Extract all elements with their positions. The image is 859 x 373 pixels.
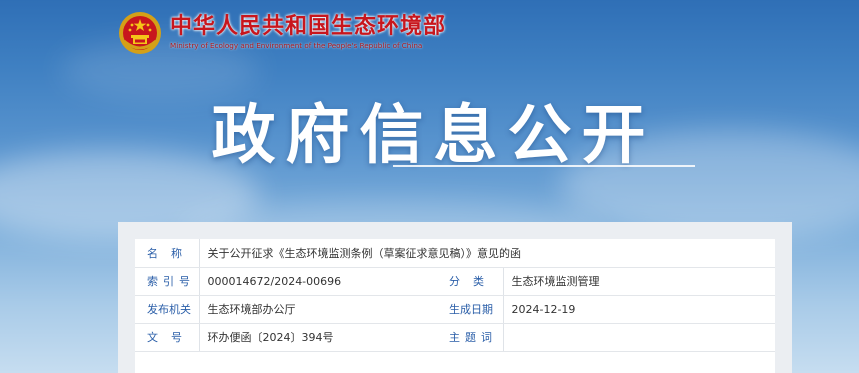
- site-name-en: Ministry of Ecology and Environment of t…: [170, 41, 423, 50]
- name-label: 名称: [135, 239, 199, 268]
- subject-value: [502, 323, 775, 352]
- document-info-table: 名称 关于公开征求《生态环境监测条例（草案征求意见稿）》意见的函 索引号 000…: [135, 239, 775, 352]
- issuer-label: 发布机关: [135, 295, 199, 324]
- site-name-cn: 中华人民共和国生态环境部: [170, 14, 447, 39]
- info-panel: 名称 关于公开征求《生态环境监测条例（草案征求意见稿）》意见的函 索引号 000…: [118, 222, 792, 373]
- document-info-card: 名称 关于公开征求《生态环境监测条例（草案征求意见稿）》意见的函 索引号 000…: [135, 239, 775, 373]
- category-label: 分类: [439, 267, 503, 296]
- date-label: 生成日期: [439, 295, 503, 324]
- info-row-docno: 文号 环办便函〔2024〕394号 主题词: [135, 323, 775, 352]
- issuer-value: 生态环境部办公厅: [198, 295, 439, 324]
- info-row-issuer: 发布机关 生态环境部办公厅 生成日期 2024-12-19: [135, 295, 775, 324]
- index-label: 索引号: [135, 267, 199, 296]
- docno-value: 环办便函〔2024〕394号: [198, 323, 439, 352]
- page-title: 政府信息公开: [211, 99, 656, 173]
- category-value: 生态环境监测管理: [502, 267, 775, 296]
- date-value: 2024-12-19: [502, 295, 775, 324]
- site-header[interactable]: 中华人民共和国生态环境部 Ministry of Ecology and Env…: [118, 8, 446, 58]
- docno-label: 文号: [135, 323, 199, 352]
- subject-label: 主题词: [439, 323, 503, 352]
- info-row-name: 名称 关于公开征求《生态环境监测条例（草案征求意见稿）》意见的函: [135, 239, 775, 268]
- info-row-index: 索引号 000014672/2024-00696 分类 生态环境监测管理: [135, 267, 775, 296]
- title-underline: [393, 165, 695, 167]
- name-value: 关于公开征求《生态环境监测条例（草案征求意见稿）》意见的函: [198, 239, 775, 268]
- national-emblem-icon: [119, 12, 161, 54]
- index-value: 000014672/2024-00696: [198, 267, 439, 296]
